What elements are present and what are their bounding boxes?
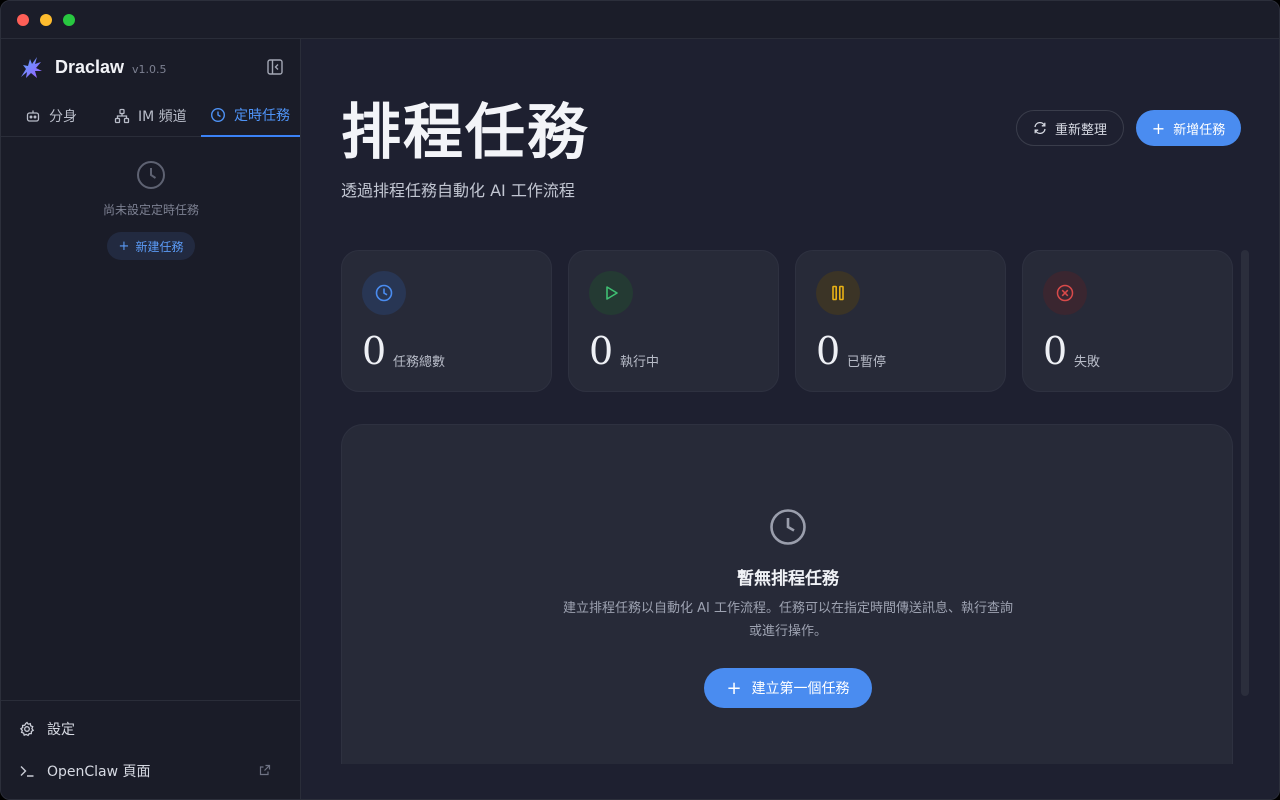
app-version: v1.0.5 xyxy=(132,62,167,76)
collapse-sidebar-icon[interactable] xyxy=(265,57,285,77)
new-task-button[interactable]: + 新增任務 xyxy=(1136,110,1241,146)
stat-total-value: 0 xyxy=(362,329,387,373)
stat-running-label: 執行中 xyxy=(620,355,660,370)
pause-icon xyxy=(832,285,844,301)
empty-state-title: 暫無排程任務 xyxy=(737,569,839,589)
openclaw-page-link[interactable]: OpenClaw 頁面 xyxy=(19,759,283,783)
terminal-icon xyxy=(20,766,34,777)
stat-running-badge xyxy=(589,271,633,315)
empty-state-description: 建立排程任務以自動化 AI 工作流程。任務可以在指定時間傳送訊息、執行查詢或進行… xyxy=(563,601,1013,639)
clock-icon xyxy=(210,107,226,123)
tab-im-channels-label: IM 頻道 xyxy=(138,109,187,125)
stat-failed-label: 失敗 xyxy=(1074,355,1101,370)
title-bar xyxy=(1,1,1279,39)
tab-scheduled-tasks[interactable]: 定時任務 xyxy=(201,95,300,137)
stat-card-paused: 0 已暫停 xyxy=(795,250,1006,392)
tab-scheduled-tasks-label: 定時任務 xyxy=(234,108,290,124)
stat-total-badge xyxy=(362,271,406,315)
stat-failed-value: 0 xyxy=(1043,329,1068,373)
create-first-task-label: 建立第一個任務 xyxy=(751,681,850,697)
clock-icon xyxy=(137,161,165,189)
refresh-button[interactable]: 重新整理 xyxy=(1016,110,1124,146)
gear-icon xyxy=(19,721,35,737)
settings-link[interactable]: 設定 xyxy=(19,717,283,741)
stat-paused-badge xyxy=(816,271,860,315)
stat-failed-badge xyxy=(1043,271,1087,315)
network-icon xyxy=(114,108,130,124)
openclaw-label: OpenClaw 頁面 xyxy=(47,764,151,780)
page-subtitle: 透過排程任務自動化 AI 工作流程 xyxy=(341,181,575,200)
dragon-logo-icon xyxy=(21,57,42,78)
refresh-icon xyxy=(1034,121,1046,135)
x-circle-icon xyxy=(1056,284,1074,302)
new-task-label: 新增任務 xyxy=(1173,122,1226,138)
plus-icon: + xyxy=(118,238,130,254)
stat-paused-value: 0 xyxy=(816,329,841,373)
tab-im-channels[interactable]: IM 頻道 xyxy=(114,95,187,137)
main-content: 排程任務 透過排程任務自動化 AI 工作流程 重新整理 + 新增任務 0 任務總… xyxy=(301,39,1279,799)
sidebar-empty-state: 尚未設定定時任務 + 新建任務 xyxy=(1,159,301,260)
app-name: Draclaw xyxy=(55,56,125,77)
sidebar-footer: 設定 OpenClaw 頁面 xyxy=(1,700,301,780)
sidebar-empty-text: 尚未設定定時任務 xyxy=(102,203,199,217)
stat-running-value: 0 xyxy=(589,329,614,373)
clock-icon xyxy=(770,509,806,545)
sidebar: Draclaw v1.0.5 分身 IM 頻道 定時任務 尚未設定定時任務 + … xyxy=(1,39,301,799)
plus-icon: + xyxy=(726,677,742,699)
empty-state-panel: 暫無排程任務 建立排程任務以自動化 AI 工作流程。任務可以在指定時間傳送訊息、… xyxy=(341,424,1233,764)
refresh-label: 重新整理 xyxy=(1054,122,1107,138)
stats-row: 0 任務總數 0 執行中 0 已暫停 0 失敗 xyxy=(341,250,1233,392)
close-window-button[interactable] xyxy=(17,14,29,26)
app-window: Draclaw v1.0.5 分身 IM 頻道 定時任務 尚未設定定時任務 + … xyxy=(0,0,1280,800)
tab-agents[interactable]: 分身 xyxy=(25,95,77,137)
sidebar-new-task-label: 新建任務 xyxy=(135,239,184,254)
plus-icon: + xyxy=(1151,118,1166,138)
stat-paused-label: 已暫停 xyxy=(847,355,887,370)
stat-card-total: 0 任務總數 xyxy=(341,250,552,392)
external-link-icon xyxy=(259,764,271,776)
tab-agents-label: 分身 xyxy=(49,109,77,125)
create-first-task-button[interactable]: + 建立第一個任務 xyxy=(704,668,872,708)
brand: Draclaw v1.0.5 xyxy=(17,53,167,81)
minimize-window-button[interactable] xyxy=(40,14,52,26)
sidebar-new-task-button[interactable]: + 新建任務 xyxy=(106,232,196,260)
zoom-window-button[interactable] xyxy=(63,14,75,26)
scrollbar[interactable] xyxy=(1241,250,1249,696)
stat-card-failed: 0 失敗 xyxy=(1022,250,1233,392)
robot-icon xyxy=(26,110,40,122)
settings-label: 設定 xyxy=(47,722,75,738)
stat-card-running: 0 執行中 xyxy=(568,250,779,392)
play-icon xyxy=(606,286,618,300)
page-title: 排程任務 xyxy=(341,98,589,168)
clock-icon xyxy=(375,284,393,302)
sidebar-tabs: 分身 IM 頻道 定時任務 xyxy=(1,95,301,137)
stat-total-label: 任務總數 xyxy=(393,355,446,370)
